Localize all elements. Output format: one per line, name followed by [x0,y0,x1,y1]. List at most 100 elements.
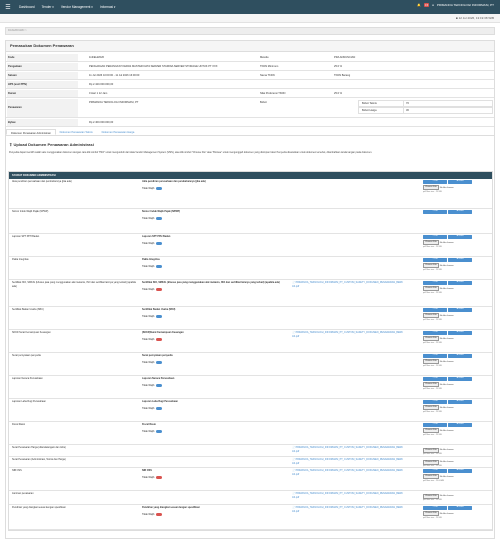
requirement-name: Akta pendirian perusahaan dan perubahann… [12,180,72,183]
requirement-name: Surat pernyataan penyedia [12,354,41,357]
status-indicator [156,314,163,318]
max-size-hint: pdf Max size : 25 MB [423,499,442,501]
file-name[interactable]: PRIMANOA_TEKNOLOGI_INFORMASI_PT_CUSTOM_S… [292,281,403,288]
file-name[interactable]: PRIMANOA_TEKNOLOGI_INFORMASI_PT_CUSTOM_S… [292,492,403,499]
tab-administrasi[interactable]: Dokumen Penawaran Administrasi [6,129,56,135]
uploaded-file-link[interactable]: 📄 PRIMANOA_TEKNOLOGI_INFORMASI_PT_CUSTOM… [292,446,404,453]
choose-file-button[interactable]: Choose File [423,313,439,318]
file-name[interactable]: PRIMANOA_TEKNOLOGI_INFORMASI_PT_CUSTOM_S… [292,469,403,476]
document-title: Sertifikat ISO, SMK3L (khusus jasa yang … [142,281,280,284]
max-size-hint: pdf Max size : 25 MB [423,433,442,436]
pick-button[interactable]: ✎ Pilih [423,377,447,381]
choose-file-button[interactable]: Choose File [423,263,439,268]
download-button[interactable]: ☁ Unduh [448,258,472,262]
pick-button[interactable]: ✎ Pilih [423,400,447,404]
pick-button[interactable]: ✎ Pilih [423,258,447,262]
choose-file-button[interactable]: Choose File [423,336,439,341]
document-rows: Akta pendirian perusahaan dan perubahann… [9,179,492,530]
max-size-hint: pdf Max size : 25 MB [423,465,442,467]
value-nama-tkdn: TKDN Barang [334,74,351,77]
download-button[interactable]: ☁ Unduh [448,354,472,358]
file-actions: ✎ Pilih ☁ Unduh Choose File No file chosen p… [411,423,491,436]
info-row-pengadaan: Pengadaan PENGADAAN PERANGKAT KERAS MAST… [6,63,494,71]
home-icon[interactable]: ☰ [3,2,13,12]
download-button[interactable]: ☁ Unduh [448,506,472,510]
choose-file-button[interactable]: Choose File [423,459,439,465]
choose-file-button[interactable]: Choose File [423,359,439,364]
download-button[interactable]: ☁ Unduh [448,210,472,214]
pick-button[interactable]: ✎ Pilih [423,331,447,335]
status-indicator [156,360,163,364]
nav-tender[interactable]: Tender ▾ [42,5,54,9]
mandatory-label: Tidak Wajib [142,337,155,341]
nav-informasi[interactable]: Informasi ▾ [100,5,116,9]
requirement-name: Sertifikat Badan Usaha (SBU) [12,308,44,311]
pick-button[interactable]: ✎ Pilih [423,210,447,214]
choose-file-button[interactable]: Choose File [423,240,439,245]
pick-button[interactable]: ✎ Pilih [423,235,447,239]
requirement-name: Nomor Induk Wajib Pajak (NPWP) [12,210,49,213]
download-button[interactable]: ☁ Unduh [448,235,472,239]
status-indicator [156,216,163,220]
user-icon: ● [432,3,434,7]
tab-harga[interactable]: Dokumen Penawaran Harga [98,129,140,135]
uploaded-file-link[interactable]: 📄 PRIMANOA_TEKNOLOGI_INFORMASI_PT_CUSTOM… [292,331,404,338]
choose-file-button[interactable]: Choose File [423,474,439,479]
document-info: Sertifikat ISO, SMK3L (khusus jasa yang … [142,281,287,291]
file-name[interactable]: PRIMANOA_TEKNOLOGI_INFORMASI_PT_CUSTOM_S… [292,446,403,453]
choose-file-button[interactable]: Choose File [423,447,439,453]
pick-button[interactable]: ✎ Pilih [423,308,447,312]
uploaded-file-link[interactable]: 📄 PRIMANOA_TEKNOLOGI_INFORMASI_PT_CUSTOM… [292,469,404,476]
file-name[interactable]: PRIMANOA_TEKNOLOGI_INFORMASI_PT_CUSTOM_S… [292,458,403,465]
nav-dashboard[interactable]: Dashboard [19,5,35,9]
pick-button[interactable]: ✎ Pilih [423,469,447,473]
download-button[interactable]: ☁ Unduh [448,180,472,184]
no-file-text: No file chosen [439,475,454,478]
uploaded-file-link[interactable]: 📄 PRIMANOA_TEKNOLOGI_INFORMASI_PT_CUSTOM… [292,281,404,288]
tab-teknis[interactable]: Dokumen Penawaran Teknis [56,129,98,135]
download-button[interactable]: ☁ Unduh [448,377,472,381]
company-name[interactable]: PRIMANOA TEKNOLOGI INFORMASI, PT [437,3,494,7]
pick-button[interactable]: ✎ Pilih [423,506,447,510]
mandatory-label: Tidak Wajib [142,512,155,516]
label-satuan: Satuan [7,72,78,79]
bell-icon[interactable]: 🔔 [417,3,421,7]
choose-file-button[interactable]: Choose File [423,382,439,387]
label-preferensi-tkdn: Nilai Preferensi TKDN [260,92,286,95]
pick-button[interactable]: ✎ Pilih [423,354,447,358]
max-size-hint: pdf Max size : 25 MB [423,453,442,455]
download-button[interactable]: ☁ Unduh [448,400,472,404]
file-name[interactable]: PRIMANOA_TEKNOLOGI_INFORMASI_PT_CUSTOM_S… [292,506,403,513]
table-row: Laporan Neraca Perusahaan Laporan Neraca … [9,376,492,399]
choose-file-button[interactable]: Choose File [423,405,439,410]
breadcrumb[interactable]: DASHBOARD > [5,27,495,35]
nav-vendor-management[interactable]: Vendor Management ▾ [61,5,93,9]
table-row: SKKD Surat Kemampuan Keuangan (SKKD)Surat… [9,330,492,353]
table-row: Nomor Induk Wajib Pajak (NPWP) Nomor Indu… [9,209,492,234]
value-kode: 113/EH/2026 [89,56,104,59]
pick-button[interactable]: ✎ Pilih [423,281,447,285]
label-bobot-harga: Bobot Harga [359,108,404,113]
download-button[interactable]: ☁ Unduh [448,281,472,285]
download-button[interactable]: ☁ Unduh [448,331,472,335]
uploaded-file-link[interactable]: 📄 PRIMANOA_TEKNOLOGI_INFORMASI_PT_CUSTOM… [292,458,404,465]
no-file-text: No file chosen [439,461,454,463]
choose-file-button[interactable]: Choose File [423,428,439,433]
max-size-hint: pdf Max size : 25 MB [423,291,442,294]
date-bar: ■ 12 Jul 2026, 13:19:38 WIB [0,14,500,23]
info-row-hps: HPS (excl PPN) Rp 2.420.000.000,00 [6,81,494,89]
mandatory-label: Tidak Wajib [142,314,155,318]
uploaded-file-link[interactable]: 📄 PRIMANOA_TEKNOLOGI_INFORMASI_PT_CUSTOM… [292,492,404,499]
max-size-hint: pdf Max size : 25.00MB [423,479,444,482]
pick-button[interactable]: ✎ Pilih [423,180,447,184]
choose-file-button[interactable]: Choose File [423,185,439,190]
choose-file-button[interactable]: Choose File [423,286,439,291]
choose-file-button[interactable]: Choose File [423,493,439,499]
pick-button[interactable]: ✎ Pilih [423,423,447,427]
file-name[interactable]: PRIMANOA_TEKNOLOGI_INFORMASI_PT_CUSTOM_S… [292,331,403,338]
choose-file-button[interactable]: Choose File [423,511,439,516]
download-button[interactable]: ☁ Unduh [448,469,472,473]
download-button[interactable]: ☁ Unduh [448,308,472,312]
uploaded-file-link[interactable]: 📄 PRIMANOA_TEKNOLOGI_INFORMASI_PT_CUSTOM… [292,506,404,513]
download-button[interactable]: ☁ Unduh [448,423,472,427]
